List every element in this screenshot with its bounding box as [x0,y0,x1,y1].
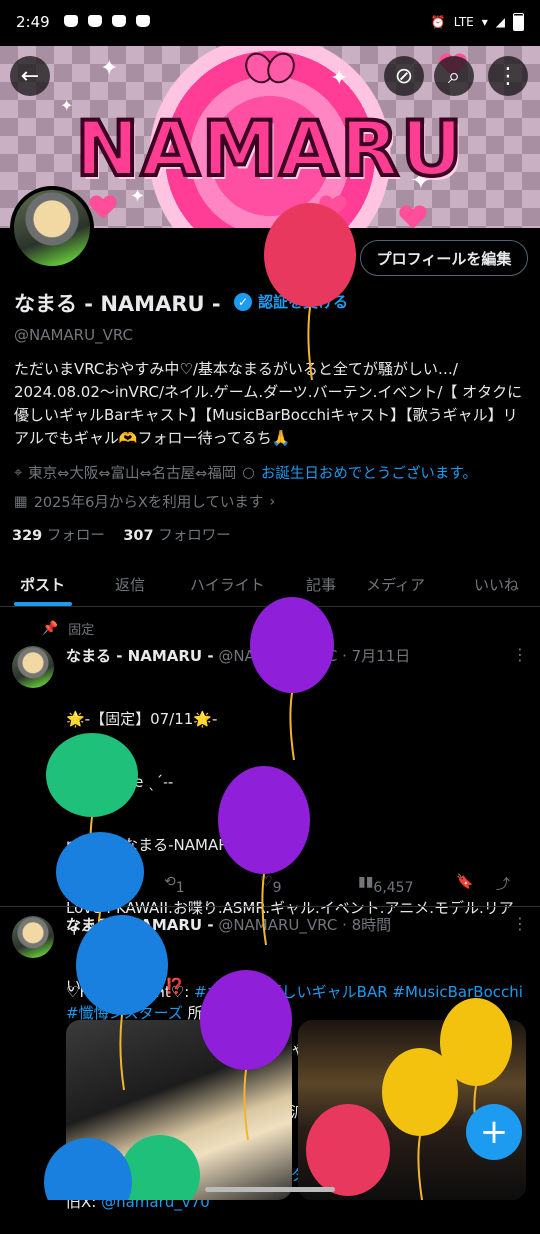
balloon-yellow [382,1048,458,1200]
balloon-blue [76,915,168,1091]
compose-button[interactable]: + [466,1104,522,1160]
balloon-blue [44,1138,132,1200]
plus-icon: + [479,1112,509,1152]
balloon-purple [250,597,334,761]
birthday-balloons [44,203,512,1200]
balloon-purple [218,766,310,946]
balloon-green [120,1135,200,1200]
gesture-nav-bar[interactable] [205,1187,335,1192]
balloon-purple [200,970,292,1141]
balloon-red [264,203,356,381]
balloon-red [306,1104,390,1196]
